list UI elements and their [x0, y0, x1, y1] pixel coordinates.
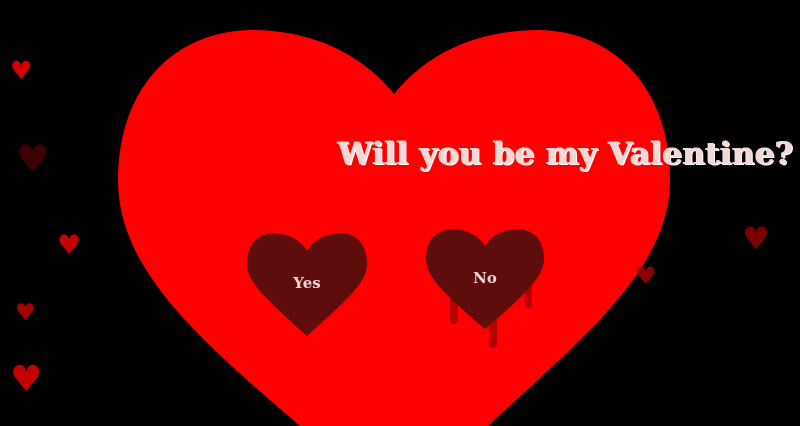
floating-heart-icon: ♥ [15, 300, 36, 326]
floating-heart-icon: ♥ [16, 137, 51, 181]
yes-button-label: Yes [293, 274, 321, 292]
floating-heart-icon: ♥ [10, 56, 33, 85]
bleeding-heart-icon [426, 229, 544, 348]
no-button-label: No [473, 269, 497, 287]
floating-heart-icon: ♥ [742, 221, 770, 257]
big-heart-icon [118, 30, 670, 426]
page-title: Will you be my Valentine? [338, 136, 794, 172]
floating-heart-icon: ♥ [57, 230, 82, 261]
yes-button[interactable]: Yes [247, 232, 367, 336]
no-button[interactable]: No [426, 228, 544, 350]
floating-heart-icon: ♥ [10, 359, 43, 400]
floating-heart-icon: ♥ [635, 262, 657, 290]
valentine-page: ♥ ♥ ♥ ♥ ♥ ♥ ♥ Will you be my Valentine? … [0, 0, 800, 426]
